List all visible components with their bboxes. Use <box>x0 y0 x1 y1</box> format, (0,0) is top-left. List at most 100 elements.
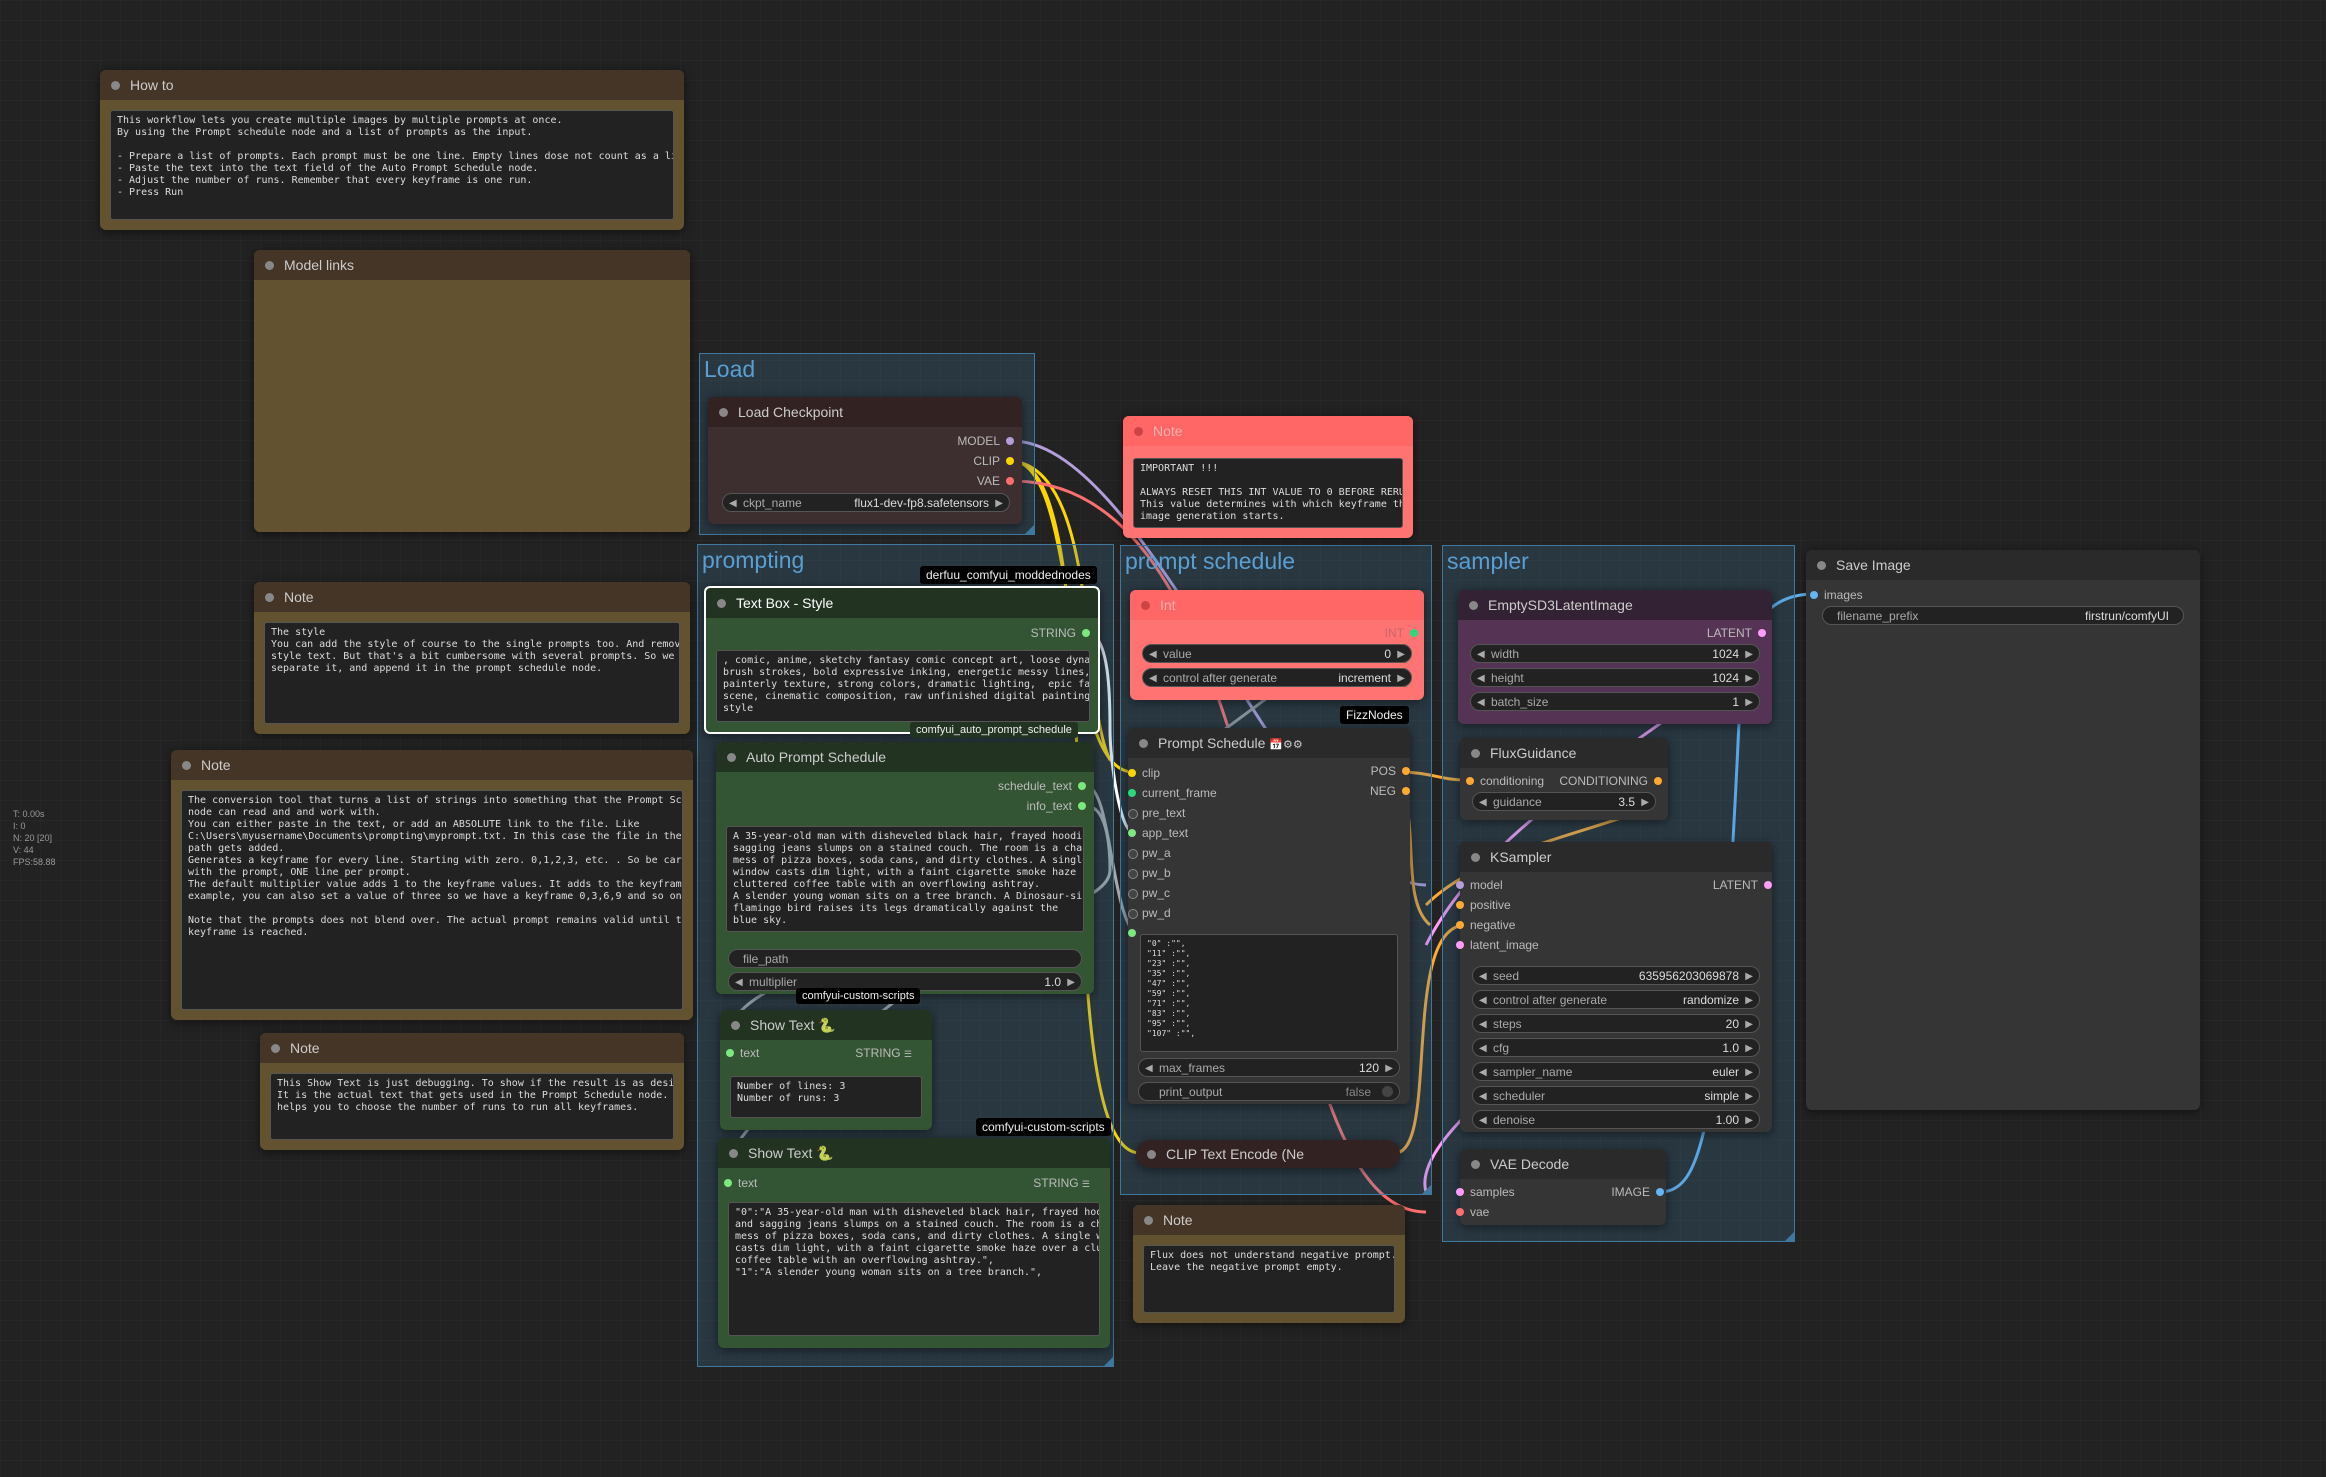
output-vae[interactable]: VAE <box>977 474 1014 488</box>
output-neg[interactable]: NEG <box>1370 784 1410 798</box>
node-save-image[interactable]: Save Image images filename_prefix firstr… <box>1806 550 2200 1110</box>
file-path-input[interactable]: file_path <box>728 949 1082 968</box>
output-latent[interactable]: LATENT <box>1713 878 1772 892</box>
output-conditioning[interactable]: CONDITIONING <box>1559 774 1662 788</box>
slot-dot-icon[interactable] <box>1128 769 1136 777</box>
slot-dot-icon[interactable] <box>1402 767 1410 775</box>
input-images[interactable]: images <box>1810 588 1863 602</box>
node-title[interactable]: Show Text 🐍 <box>720 1010 932 1040</box>
group-resize-handle[interactable] <box>1422 1185 1431 1194</box>
arrow-right-icon[interactable]: ▶ <box>1745 1063 1753 1082</box>
arrow-right-icon[interactable]: ▶ <box>1067 973 1075 992</box>
slot-dot-icon[interactable] <box>1128 929 1136 937</box>
output-string[interactable]: STRING ☰ <box>1033 1176 1104 1190</box>
int-value-input[interactable]: ◀ value 0 ▶ <box>1142 644 1412 663</box>
arrow-right-icon[interactable]: ▶ <box>995 494 1003 513</box>
node-vae-decode[interactable]: VAE Decode samples vae IMAGE <box>1456 1149 1666 1225</box>
ksampler-steps-input[interactable]: ◀ steps 20 ▶ <box>1472 1014 1760 1033</box>
control-after-generate-combo[interactable]: ◀ control after generate increment ▶ <box>1142 668 1412 687</box>
input-vae[interactable]: vae <box>1456 1205 1489 1219</box>
group-resize-handle[interactable] <box>1104 1357 1113 1366</box>
input-model[interactable]: model <box>1456 878 1503 892</box>
slot-dot-icon[interactable] <box>1456 901 1464 909</box>
node-text-box-style[interactable]: Text Box - Style STRING , comic, anime, … <box>704 586 1100 734</box>
collapse-dot-icon[interactable] <box>731 1021 740 1030</box>
output-latent[interactable]: LATENT <box>1707 626 1766 640</box>
input-conditioning[interactable]: conditioning <box>1466 774 1544 788</box>
collapse-dot-icon[interactable] <box>717 599 726 608</box>
group-resize-handle[interactable] <box>1785 1232 1794 1241</box>
slot-dot-icon[interactable] <box>1128 849 1138 859</box>
arrow-left-icon[interactable]: ◀ <box>735 973 743 992</box>
arrow-left-icon[interactable]: ◀ <box>1149 669 1157 688</box>
collapse-dot-icon[interactable] <box>1144 1216 1153 1225</box>
slot-dot-icon[interactable] <box>1402 787 1410 795</box>
prompt-list-input[interactable]: A 35-year-old man with disheveled black … <box>726 826 1084 932</box>
arrow-right-icon[interactable]: ▶ <box>1745 991 1753 1010</box>
node-title[interactable]: Model links <box>254 250 690 280</box>
arrow-right-icon[interactable]: ▶ <box>1745 1087 1753 1106</box>
node-title[interactable]: Load Checkpoint <box>708 397 1022 427</box>
slot-dot-icon[interactable] <box>726 1049 734 1057</box>
arrow-left-icon[interactable]: ◀ <box>1149 645 1157 664</box>
node-title[interactable]: Int <box>1130 590 1424 620</box>
slot-dot-icon[interactable] <box>1456 1188 1464 1196</box>
arrow-left-icon[interactable]: ◀ <box>1477 669 1485 688</box>
output-image[interactable]: IMAGE <box>1611 1185 1664 1199</box>
slot-dot-icon[interactable] <box>1128 909 1138 919</box>
style-text-input[interactable]: , comic, anime, sketchy fantasy comic co… <box>716 650 1090 722</box>
arrow-right-icon[interactable]: ▶ <box>1385 1059 1393 1078</box>
input-pw-b[interactable]: pw_b <box>1128 866 1171 880</box>
input-text[interactable]: text <box>726 1046 759 1060</box>
collapse-dot-icon[interactable] <box>727 753 736 762</box>
note-text[interactable]: Flux does not understand negative prompt… <box>1143 1245 1395 1313</box>
output-model[interactable]: MODEL <box>957 434 1014 448</box>
collapse-dot-icon[interactable] <box>1134 427 1143 436</box>
schedule-text-input[interactable]: "0" :"", "11" :"", "23" :"", "35" :"", "… <box>1140 934 1398 1052</box>
slot-dot-icon[interactable] <box>1656 1188 1664 1196</box>
collapse-dot-icon[interactable] <box>719 408 728 417</box>
output-info-text[interactable]: info_text <box>1027 799 1086 813</box>
arrow-left-icon[interactable]: ◀ <box>729 494 737 513</box>
input-text[interactable]: text <box>724 1176 757 1190</box>
node-ksampler[interactable]: KSampler model positive negative latent_… <box>1456 842 1772 1132</box>
node-load-checkpoint[interactable]: Load Checkpoint MODEL CLIP VAE ◀ ckpt_na… <box>708 397 1022 524</box>
node-title[interactable]: EmptySD3LatentImage <box>1458 590 1772 620</box>
output-int[interactable]: INT <box>1385 626 1418 640</box>
slot-dot-icon[interactable] <box>1410 629 1418 637</box>
input-positive[interactable]: positive <box>1456 898 1511 912</box>
note-text[interactable]: IMPORTANT !!! ALWAYS RESET THIS INT VALU… <box>1133 458 1403 528</box>
note-flux[interactable]: Note Flux does not understand negative p… <box>1133 1205 1405 1323</box>
note-text[interactable]: This Show Text is just debugging. To sho… <box>270 1073 674 1140</box>
arrow-right-icon[interactable]: ▶ <box>1641 793 1649 812</box>
node-title[interactable]: Note <box>260 1033 684 1063</box>
node-prompt-schedule[interactable]: Prompt Schedule 📅⚙⚙ clip current_frame p… <box>1128 728 1410 1104</box>
arrow-left-icon[interactable]: ◀ <box>1477 645 1485 664</box>
slot-dot-icon[interactable] <box>1810 591 1818 599</box>
ksampler-sampler-name-input[interactable]: ◀ sampler_name euler ▶ <box>1472 1062 1760 1081</box>
arrow-right-icon[interactable]: ▶ <box>1745 1111 1753 1130</box>
node-clip-text-encode[interactable]: CLIP Text Encode (Ne <box>1136 1140 1400 1168</box>
node-title[interactable]: CLIP Text Encode (Ne <box>1136 1140 1400 1168</box>
input-negative[interactable]: negative <box>1456 918 1515 932</box>
max-frames-input[interactable]: ◀ max_frames 120 ▶ <box>1138 1058 1400 1077</box>
note-text[interactable]: This workflow lets you create multiple i… <box>110 110 674 220</box>
slot-dot-icon[interactable] <box>1758 629 1766 637</box>
slot-dot-icon[interactable] <box>1078 782 1086 790</box>
ksampler-denoise-input[interactable]: ◀ denoise 1.00 ▶ <box>1472 1110 1760 1129</box>
slot-dot-icon[interactable] <box>1078 802 1086 810</box>
slot-dot-icon[interactable] <box>1128 789 1136 797</box>
collapse-dot-icon[interactable] <box>1471 749 1480 758</box>
note-show-text[interactable]: Note This Show Text is just debugging. T… <box>260 1033 684 1150</box>
node-title[interactable]: Show Text 🐍 <box>718 1138 1110 1168</box>
arrow-right-icon[interactable]: ▶ <box>1397 645 1405 664</box>
collapse-dot-icon[interactable] <box>1471 853 1480 862</box>
node-title[interactable]: Note <box>1123 416 1413 446</box>
input-clip[interactable]: clip <box>1128 766 1160 780</box>
ksampler-cfg-input[interactable]: ◀ cfg 1.0 ▶ <box>1472 1038 1760 1057</box>
collapse-dot-icon[interactable] <box>265 593 274 602</box>
node-int[interactable]: Int INT ◀ value 0 ▶ ◀ control after gene… <box>1130 590 1424 700</box>
slot-dot-icon[interactable] <box>1006 437 1014 445</box>
output-string[interactable]: STRING ☰ <box>855 1046 926 1060</box>
collapse-dot-icon[interactable] <box>1147 1150 1156 1159</box>
